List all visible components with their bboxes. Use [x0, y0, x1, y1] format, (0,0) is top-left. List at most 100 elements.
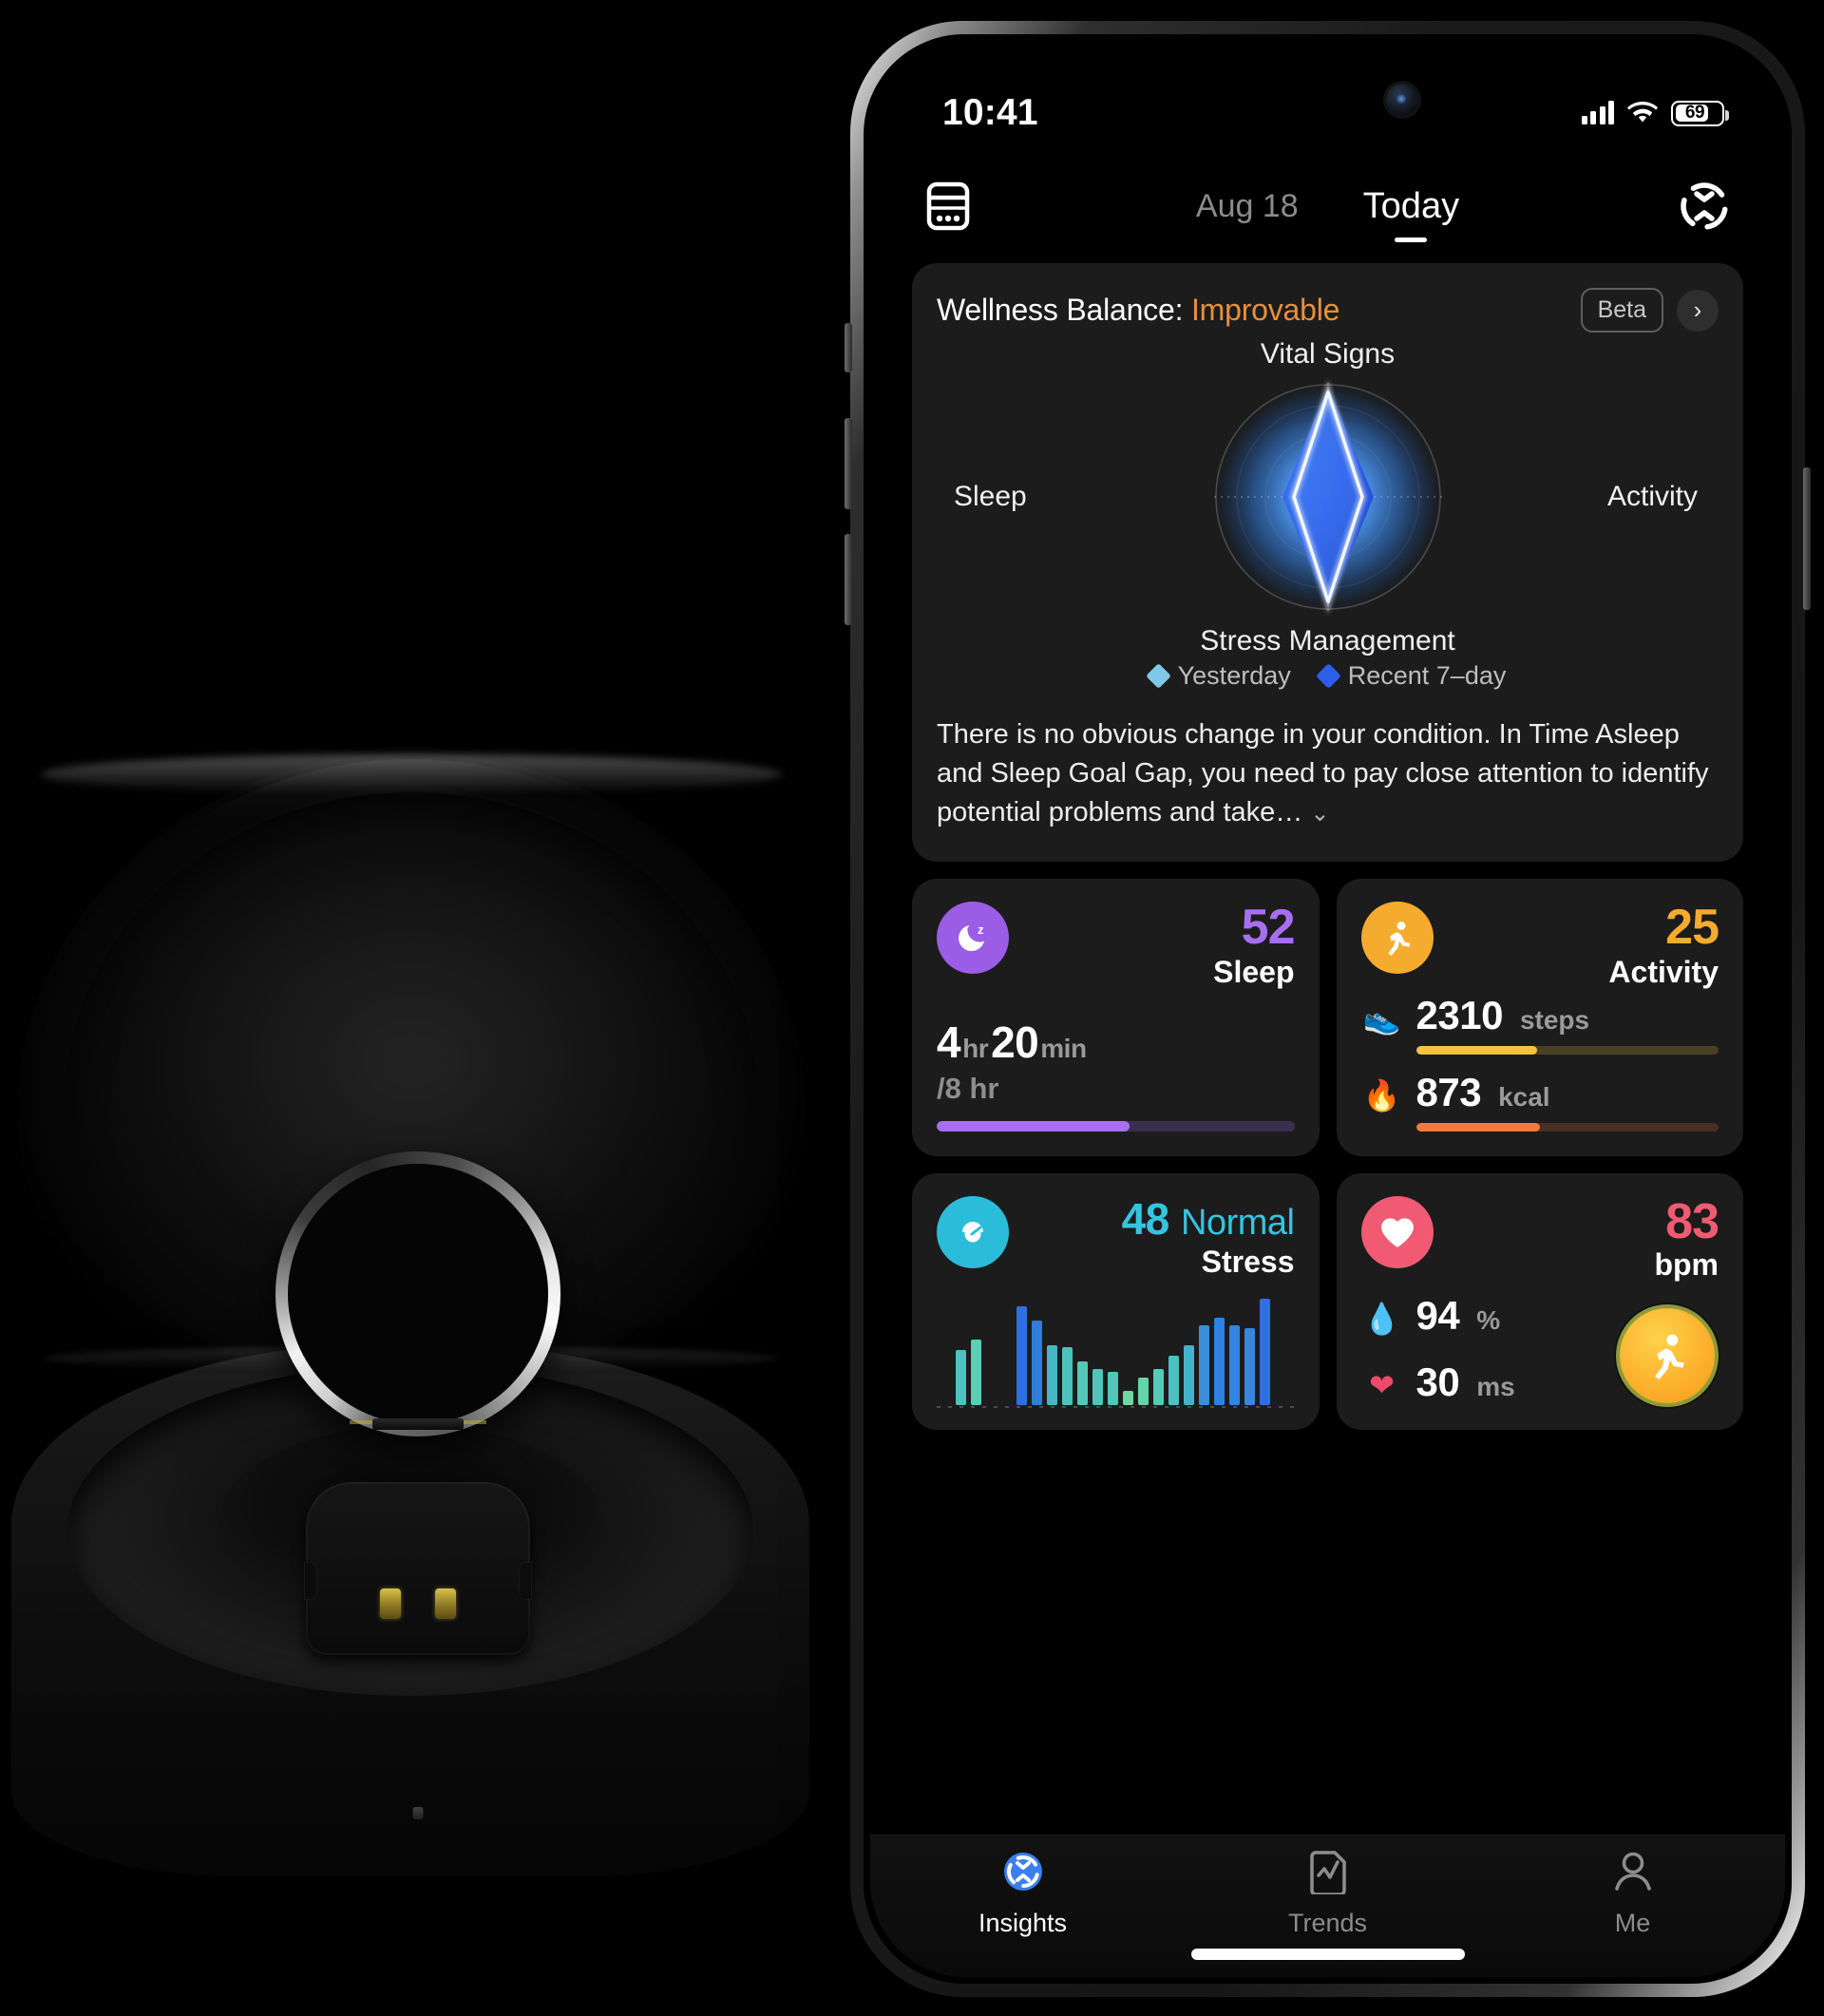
sleep-card-body: 4hr20min /8 hr	[937, 1017, 1295, 1132]
stress-bar	[1032, 1320, 1042, 1405]
calendar-icon[interactable]	[925, 181, 971, 231]
stress-baseline-axis	[937, 1405, 1295, 1408]
stress-bar	[1016, 1306, 1027, 1405]
stress-card[interactable]: 48 Normal Stress	[912, 1172, 1320, 1430]
status-clock: 10:41	[942, 92, 1038, 133]
stress-label: Stress	[1201, 1244, 1295, 1279]
stress-bar	[1199, 1325, 1209, 1405]
sleep-score-block: 52 Sleep	[1213, 899, 1296, 990]
battery-level: 69	[1684, 103, 1705, 123]
heart-rate-value: 83	[1665, 1193, 1720, 1249]
date-previous[interactable]: Aug 18	[1196, 188, 1299, 225]
sleep-label: Sleep	[1213, 955, 1295, 990]
radar-axis-label-activity: Activity	[1606, 481, 1698, 512]
refresh-icon[interactable]	[1679, 181, 1730, 232]
stress-bar	[1047, 1344, 1057, 1405]
volume-up-button[interactable]	[845, 418, 852, 509]
volume-down-button[interactable]	[845, 534, 852, 625]
heart-card-header: 83 bpm	[1360, 1193, 1720, 1283]
cradle-notch-left	[304, 1561, 317, 1600]
phone-device: 10:41 69 Aug 18 Today Wellness Balance: …	[845, 21, 1811, 1997]
radar-legend: Yesterday Recent 7–day	[937, 661, 1719, 691]
hrv-heart-pulse-icon: ❤	[1369, 1367, 1395, 1402]
stress-card-header: 48 Normal Stress	[937, 1196, 1295, 1278]
activity-kcal-value: 873	[1416, 1069, 1482, 1114]
legend-label-yesterday: Yesterday	[1177, 661, 1291, 690]
mute-switch[interactable]	[845, 323, 852, 372]
charging-pin-left	[380, 1588, 401, 1619]
stress-bar	[1153, 1369, 1164, 1405]
activity-kcal-unit: kcal	[1498, 1081, 1550, 1112]
heart-rate-unit: bpm	[1654, 1247, 1719, 1283]
heart-value-block: 83 bpm	[1654, 1193, 1720, 1283]
stress-bar	[1214, 1317, 1225, 1405]
tab-trends-label: Trends	[1287, 1909, 1368, 1937]
stress-bar	[1168, 1356, 1179, 1405]
metric-card-grid: z 52 Sleep 4hr20min /8 hr 25 Activity 👟 …	[912, 878, 1743, 1430]
stress-bar	[1260, 1298, 1270, 1405]
stress-word: Normal	[1181, 1202, 1295, 1243]
stress-bar	[1123, 1391, 1133, 1405]
wellness-radar-chart: Vital Signs Activity Stress Management S…	[937, 338, 1719, 656]
heart-rate-card[interactable]: 83 bpm 💧 94 % ❤ 30 ms	[1336, 1172, 1743, 1430]
scroll-content: Wellness Balance: Improvable Beta › Vita…	[870, 250, 1785, 1835]
wellness-balance-card[interactable]: Wellness Balance: Improvable Beta › Vita…	[912, 263, 1743, 862]
stress-bars	[937, 1298, 1295, 1405]
stress-bar	[1062, 1347, 1073, 1405]
wellness-description[interactable]: There is no obvious change in your condi…	[937, 715, 1719, 833]
legend-diamond-yesterday	[1145, 663, 1171, 689]
tab-today[interactable]: Today	[1362, 185, 1460, 242]
wifi-icon	[1627, 102, 1658, 124]
lid-highlight	[40, 754, 783, 794]
charging-pin-right	[435, 1588, 456, 1619]
legend-label-recent-7-day: Recent 7–day	[1347, 661, 1507, 690]
activity-steps-unit: steps	[1519, 1004, 1590, 1035]
wellness-status: Improvable	[1190, 293, 1340, 327]
sleep-goal: /8 hr	[937, 1071, 999, 1105]
chevron-right-icon[interactable]: ›	[1677, 289, 1719, 332]
sleep-card[interactable]: z 52 Sleep 4hr20min /8 hr	[912, 878, 1320, 1156]
app-header: Aug 18 Today	[870, 162, 1785, 250]
activity-card-header: 25 Activity	[1360, 901, 1720, 990]
tab-me[interactable]: Me	[1480, 1849, 1785, 1938]
stress-bar	[1138, 1378, 1149, 1405]
power-button[interactable]	[1803, 467, 1811, 610]
stress-bar-chart	[937, 1298, 1295, 1408]
today-label: Today	[1362, 185, 1460, 226]
product-photo-ring-charging-case	[0, 0, 836, 2016]
home-indicator[interactable]	[1190, 1949, 1465, 1960]
sleep-hours-unit: hr	[962, 1033, 989, 1063]
stress-bar	[971, 1339, 981, 1405]
activity-kcal-row: 🔥 873 kcal	[1361, 1070, 1720, 1115]
blood-oxygen-value: 94	[1416, 1292, 1460, 1338]
sleep-score: 52	[1241, 899, 1296, 955]
activity-card[interactable]: 25 Activity 👟 2310 steps 🔥 873 kcal	[1336, 878, 1743, 1156]
sleep-minutes-unit: min	[1040, 1033, 1087, 1063]
activity-kcal-fill	[1416, 1122, 1541, 1132]
legend-item-recent-7-day: Recent 7–day	[1315, 661, 1507, 691]
activity-label: Activity	[1608, 955, 1719, 990]
tab-insights[interactable]: Insights	[870, 1849, 1175, 1938]
tab-trends[interactable]: Trends	[1175, 1849, 1480, 1938]
activity-steps-row: 👟 2310 steps	[1361, 993, 1720, 1038]
stress-bar	[1244, 1328, 1255, 1405]
stress-bar	[1108, 1372, 1118, 1405]
cellular-signal-icon	[1581, 101, 1614, 124]
chevron-down-icon[interactable]: ⌄	[1310, 801, 1329, 827]
stress-score-block: 48 Normal Stress	[1122, 1196, 1295, 1278]
wellness-title: Wellness Balance: Improvable	[937, 293, 1568, 328]
tab-me-label: Me	[1614, 1909, 1651, 1937]
sleep-progress-fill	[937, 1120, 1130, 1132]
activity-score-block: 25 Activity	[1608, 901, 1720, 990]
header-date-tabs: Aug 18 Today	[870, 185, 1785, 242]
person-icon	[1611, 1849, 1655, 1899]
radar-svg	[1213, 380, 1442, 614]
beta-badge: Beta	[1580, 288, 1663, 333]
workout-running-fab[interactable]	[1616, 1303, 1719, 1407]
wellness-header: Wellness Balance: Improvable Beta ›	[937, 288, 1719, 333]
stress-gauge-icon	[937, 1195, 1009, 1268]
stress-bar	[1184, 1344, 1194, 1405]
flame-icon: 🔥	[1362, 1077, 1401, 1113]
sleep-hours: 4	[937, 1017, 961, 1067]
sleep-progress-bar	[937, 1120, 1295, 1132]
